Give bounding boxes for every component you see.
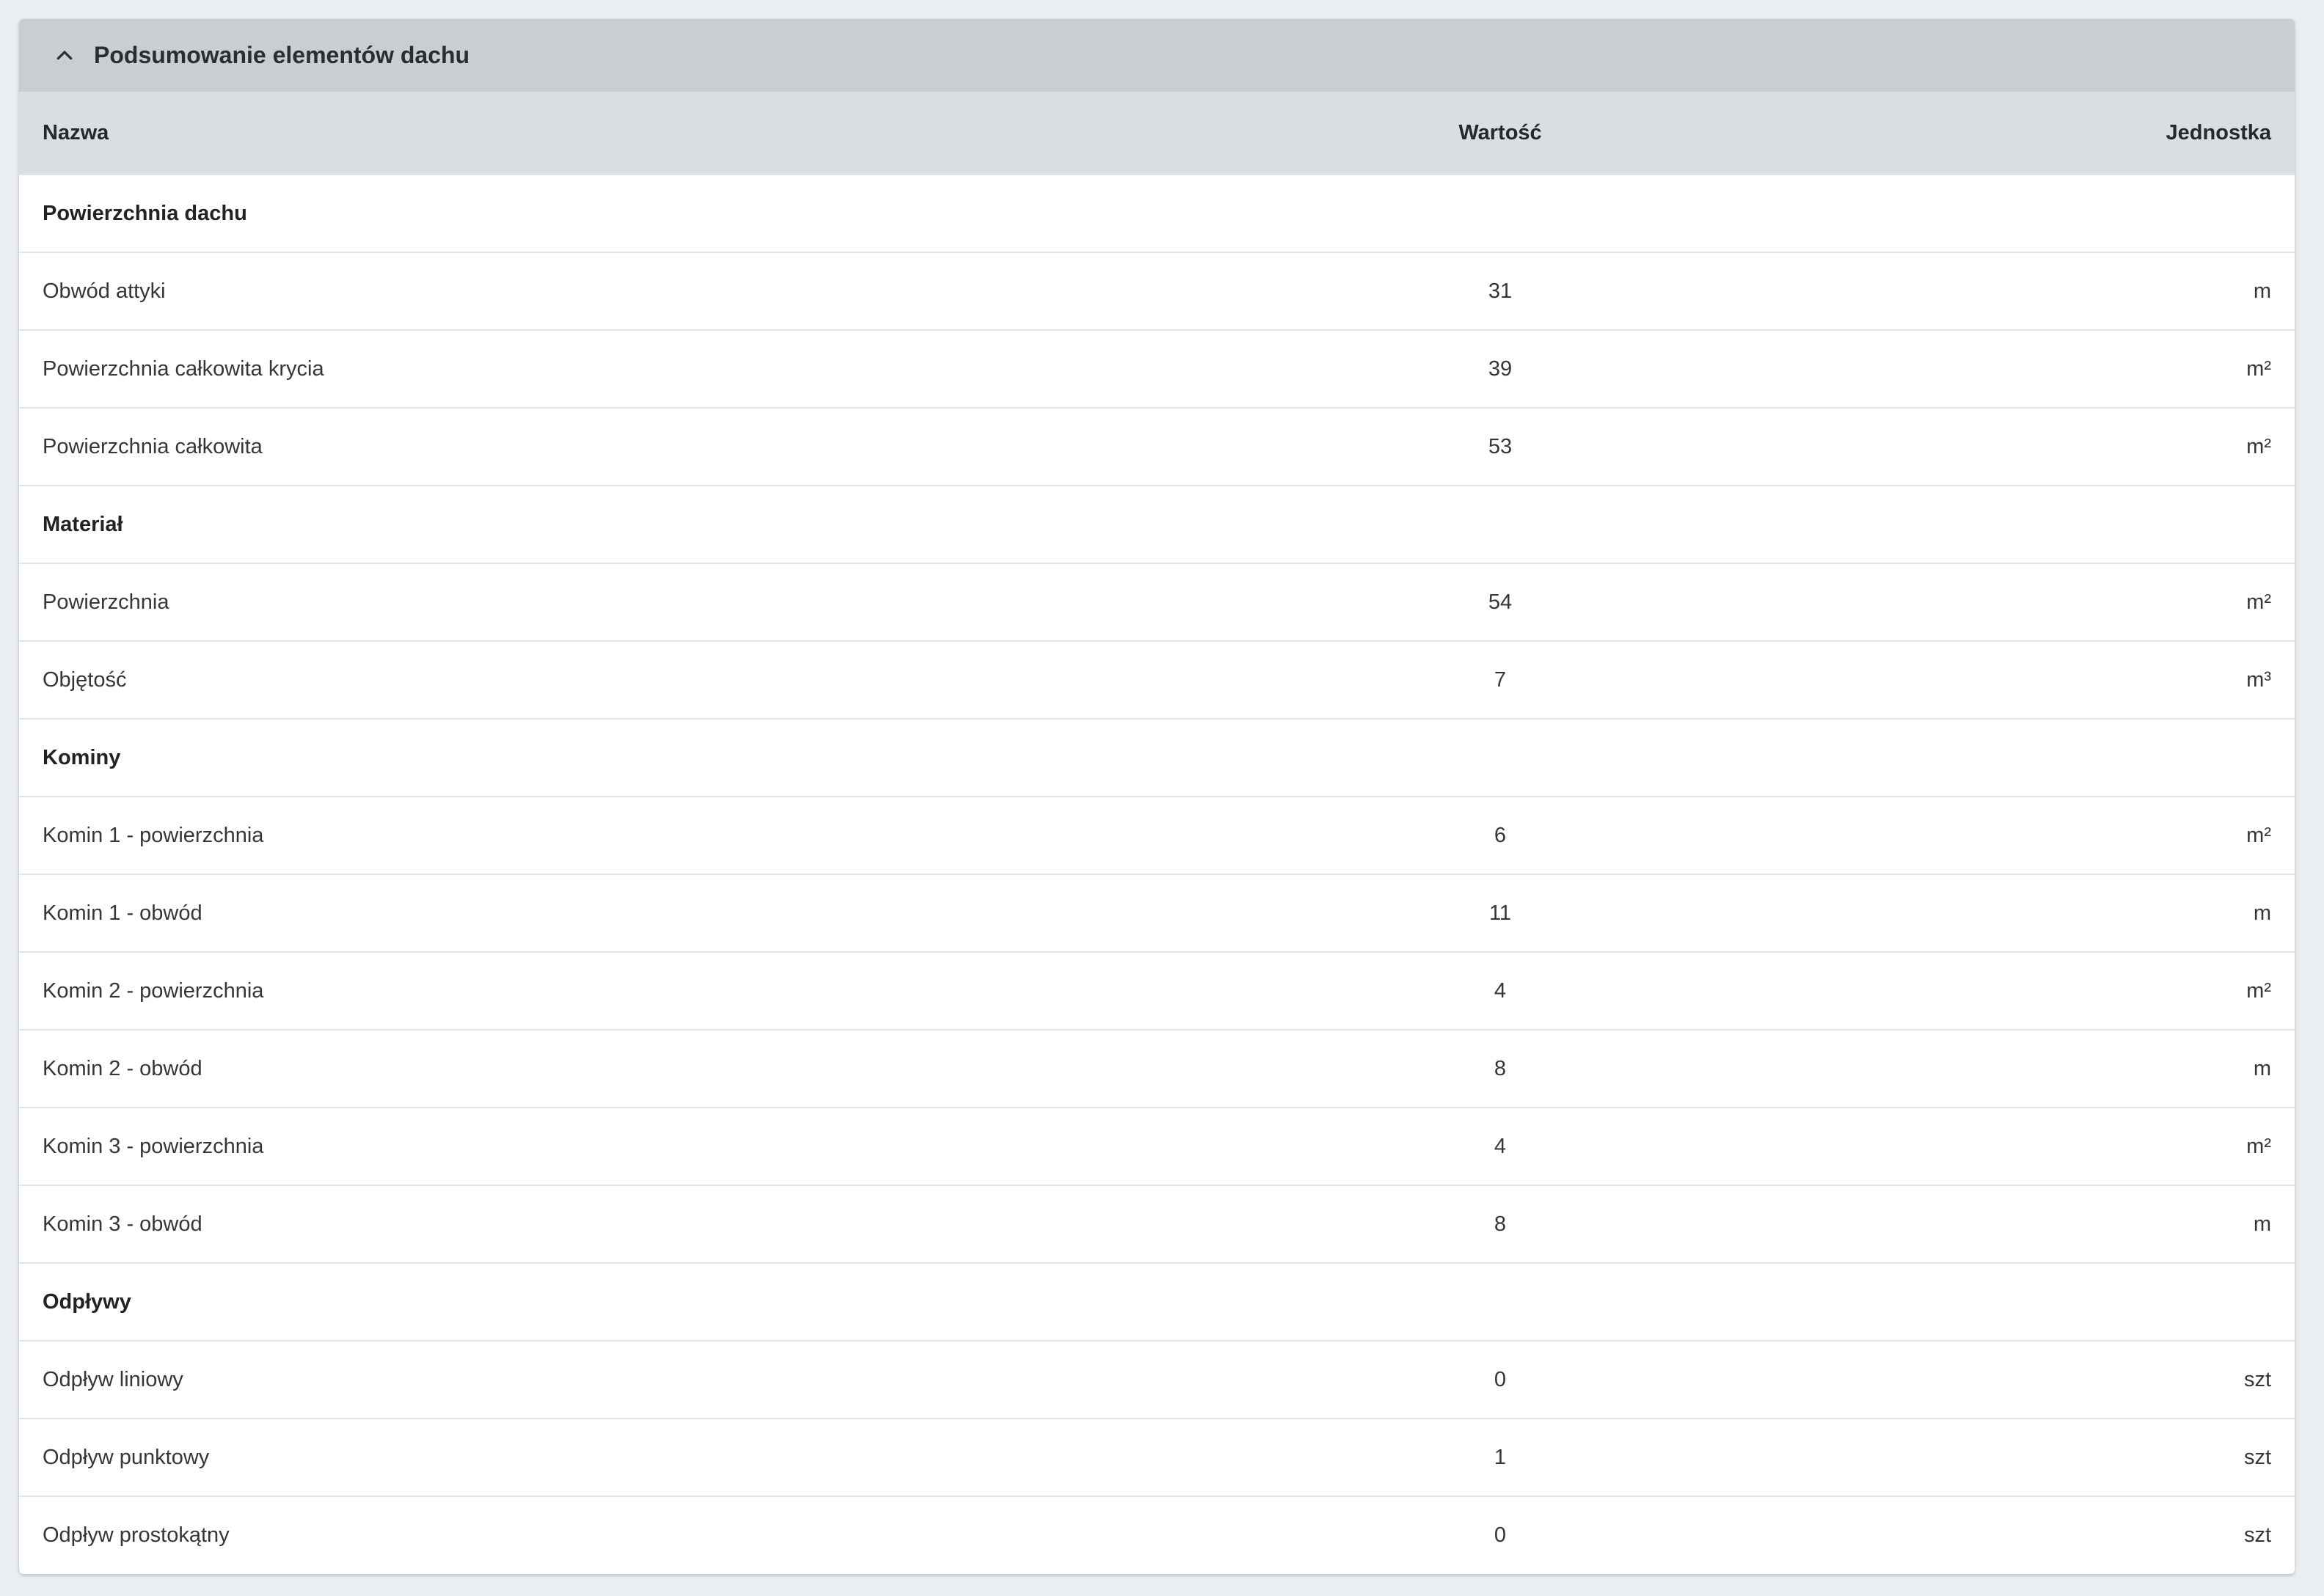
group-label: Kominy [19,718,1171,797]
chevron-up-icon[interactable] [44,35,85,76]
panel-header-toggle[interactable]: Podsumowanie elementów dachu [19,19,2295,92]
row-value: 31 [1171,252,1830,330]
table-group-row: Odpływy [19,1262,2295,1341]
row-unit: m³ [1830,640,2295,719]
group-label: Powierzchnia dachu [19,174,1171,252]
row-name: Komin 3 - powierzchnia [19,1107,1171,1185]
row-value: 4 [1171,951,1830,1030]
table-row: Odpływ liniowy 0 szt [19,1340,2295,1419]
row-name: Komin 2 - powierzchnia [19,951,1171,1030]
row-unit [1830,174,2295,252]
row-unit: m² [1830,563,2295,641]
row-value [1171,1262,1830,1341]
group-label: Odpływy [19,1262,1171,1341]
row-value: 39 [1171,329,1830,408]
row-value: 54 [1171,563,1830,641]
row-value: 1 [1171,1418,1830,1496]
table-group-row: Materiał [19,485,2295,563]
group-label: Materiał [19,485,1171,563]
row-unit: m² [1830,796,2295,874]
column-header-name[interactable]: Nazwa [19,92,1171,175]
row-name: Odpływ punktowy [19,1418,1171,1496]
row-unit: m [1830,874,2295,952]
table-row: Odpływ prostokątny 0 szt [19,1496,2295,1574]
row-unit: m² [1830,329,2295,408]
table-row: Obwód attyki 31 m [19,252,2295,330]
column-header-value[interactable]: Wartość [1171,92,1830,175]
row-unit [1830,485,2295,563]
row-unit: m² [1830,951,2295,1030]
row-value: 0 [1171,1496,1830,1574]
table-row: Objętość 7 m³ [19,640,2295,719]
table-row: Komin 1 - powierzchnia 6 m² [19,796,2295,874]
row-unit: szt [1830,1496,2295,1574]
panel-title: Podsumowanie elementów dachu [94,42,470,68]
row-value: 8 [1171,1185,1830,1263]
table-row: Komin 3 - obwód 8 m [19,1185,2295,1263]
row-value: 6 [1171,796,1830,874]
row-unit [1830,1262,2295,1341]
table-row: Odpływ punktowy 1 szt [19,1418,2295,1496]
row-unit: m² [1830,407,2295,486]
row-value: 7 [1171,640,1830,719]
row-value [1171,485,1830,563]
table-group-row: Kominy [19,718,2295,797]
row-name: Powierzchnia całkowita [19,407,1171,486]
table-header: Nazwa Wartość Jednostka [19,92,2295,175]
row-name: Odpływ prostokątny [19,1496,1171,1574]
row-unit: szt [1830,1340,2295,1419]
row-unit [1830,718,2295,797]
row-name: Komin 3 - obwód [19,1185,1171,1263]
row-value: 4 [1171,1107,1830,1185]
row-value [1171,718,1830,797]
row-name: Komin 1 - powierzchnia [19,796,1171,874]
row-name: Powierzchnia [19,563,1171,641]
row-value: 0 [1171,1340,1830,1419]
table-row: Komin 2 - powierzchnia 4 m² [19,951,2295,1030]
row-name: Odpływ liniowy [19,1340,1171,1419]
roof-summary-panel: Podsumowanie elementów dachu Nazwa Warto… [19,19,2295,1574]
row-value: 53 [1171,407,1830,486]
row-unit: m [1830,1185,2295,1263]
table-row: Komin 3 - powierzchnia 4 m² [19,1107,2295,1185]
row-name: Komin 1 - obwód [19,874,1171,952]
row-value: 11 [1171,874,1830,952]
table-row: Komin 1 - obwód 11 m [19,874,2295,952]
row-name: Objętość [19,640,1171,719]
summary-table: Nazwa Wartość Jednostka Powierzchnia dac… [19,92,2295,1574]
column-header-unit[interactable]: Jednostka [1830,92,2295,175]
row-unit: m² [1830,1107,2295,1185]
row-unit: m [1830,252,2295,330]
row-value [1171,174,1830,252]
table-row: Powierzchnia 54 m² [19,563,2295,641]
row-value: 8 [1171,1029,1830,1108]
row-name: Komin 2 - obwód [19,1029,1171,1108]
table-row: Powierzchnia całkowita krycia 39 m² [19,329,2295,408]
table-group-row: Powierzchnia dachu [19,174,2295,252]
table-body: Powierzchnia dachu Obwód attyki 31 m Powierz… [19,174,2295,1574]
row-unit: m [1830,1029,2295,1108]
row-name: Powierzchnia całkowita krycia [19,329,1171,408]
table-row: Powierzchnia całkowita 53 m² [19,407,2295,486]
row-name: Obwód attyki [19,252,1171,330]
table-row: Komin 2 - obwód 8 m [19,1029,2295,1108]
row-unit: szt [1830,1418,2295,1496]
